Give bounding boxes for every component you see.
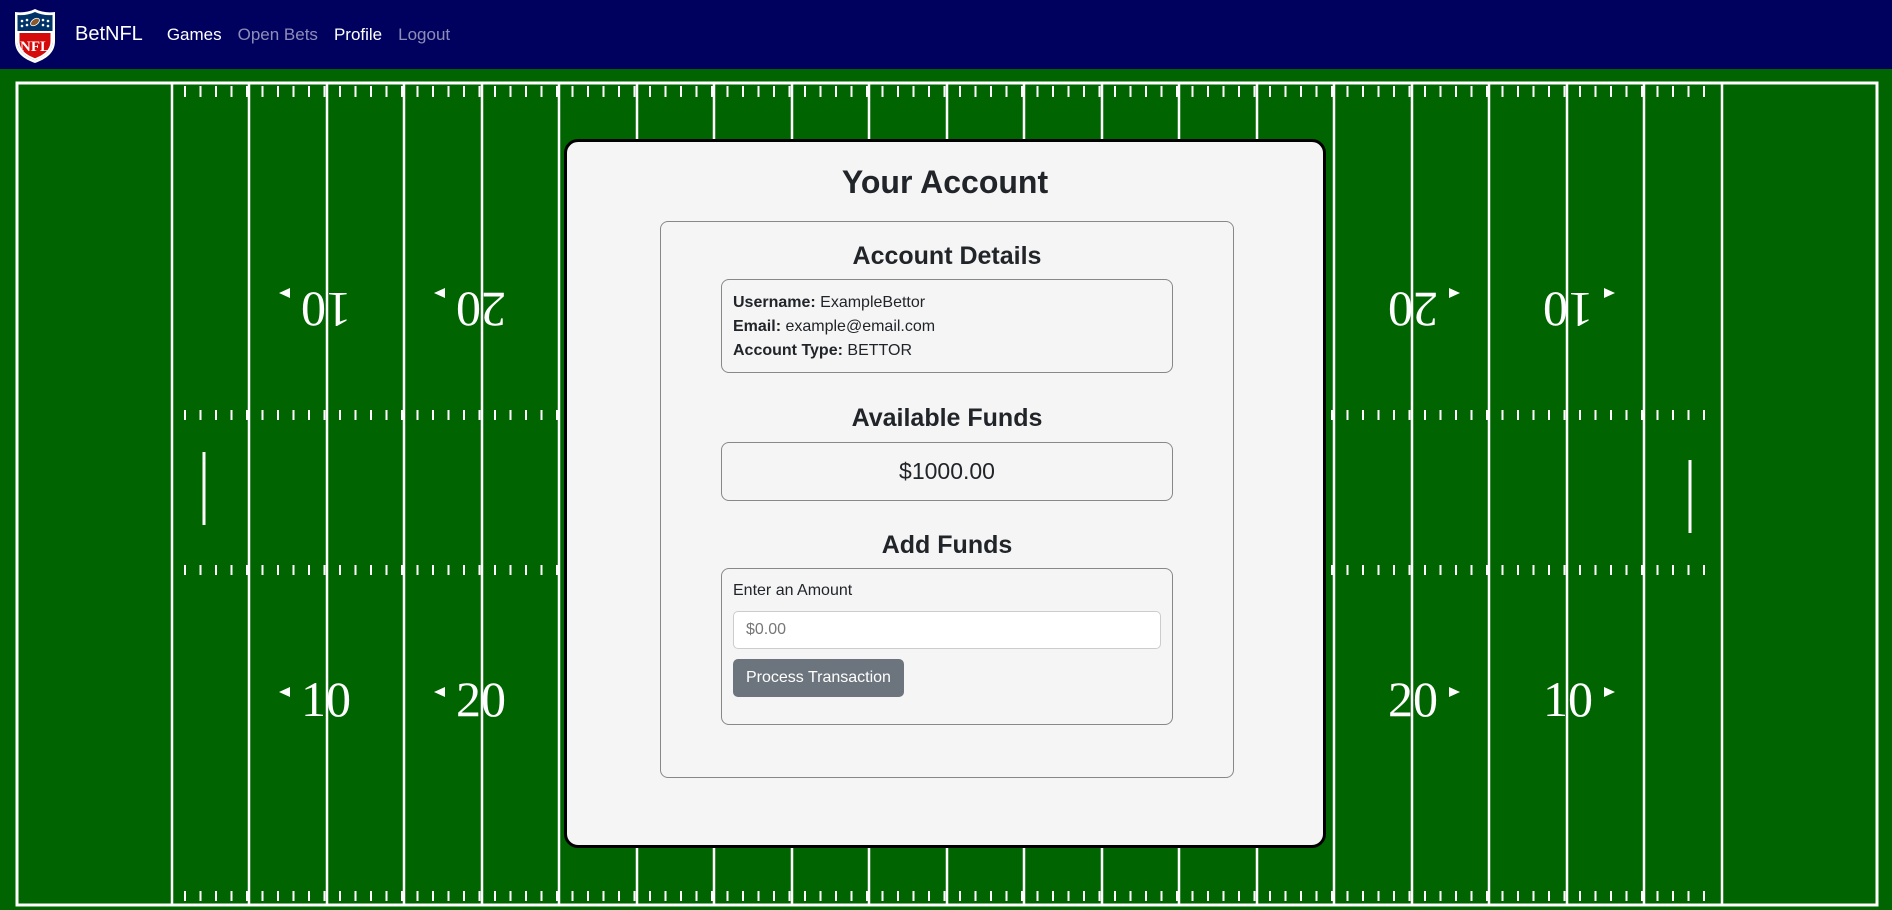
process-transaction-button[interactable]: Process Transaction bbox=[733, 659, 904, 697]
direction-arrow-icon bbox=[1604, 288, 1615, 298]
yard-number-bottom: 10 bbox=[301, 671, 351, 727]
direction-arrow-icon bbox=[279, 288, 290, 298]
yard-number-top: 10 bbox=[301, 282, 351, 338]
logo-lettering: NFL bbox=[20, 39, 50, 55]
page-title: Your Account bbox=[841, 164, 1049, 200]
email-label: Email: bbox=[733, 318, 782, 335]
username-row: Username: ExampleBettor bbox=[733, 291, 1161, 315]
account-panel: Account Details Username: ExampleBettor … bbox=[660, 221, 1234, 778]
direction-arrow-icon bbox=[279, 687, 290, 697]
email-value: example@email.com bbox=[785, 318, 936, 335]
brand-name[interactable]: BetNFL bbox=[75, 23, 143, 46]
account-type-row: Account Type: BETTOR bbox=[733, 339, 1161, 363]
direction-arrow-icon bbox=[1449, 687, 1460, 697]
add-funds-form: Enter an Amount Process Transaction bbox=[721, 568, 1173, 725]
yard-number-top: 10 bbox=[1543, 282, 1593, 338]
nav-link-logout[interactable]: Logout bbox=[398, 25, 450, 45]
available-funds-value: $1000.00 bbox=[721, 442, 1173, 501]
account-type-value: BETTOR bbox=[847, 342, 912, 359]
username-label: Username: bbox=[733, 294, 816, 311]
amount-input[interactable] bbox=[733, 611, 1161, 649]
account-details-box: Username: ExampleBettor Email: example@e… bbox=[721, 279, 1173, 373]
direction-arrow-icon bbox=[1449, 288, 1460, 298]
yard-number-bottom: 20 bbox=[456, 671, 506, 727]
account-card: Your Account Account Details Username: E… bbox=[564, 139, 1326, 848]
available-funds-heading: Available Funds bbox=[851, 404, 1043, 432]
username-value: ExampleBettor bbox=[820, 294, 926, 311]
account-type-label: Account Type: bbox=[733, 342, 843, 359]
yard-number-top: 20 bbox=[1388, 282, 1438, 338]
nav-link-games[interactable]: Games bbox=[167, 25, 222, 45]
account-details-heading: Account Details bbox=[852, 242, 1042, 270]
nav-link-open-bets[interactable]: Open Bets bbox=[238, 25, 318, 45]
amount-label: Enter an Amount bbox=[733, 582, 853, 599]
add-funds-heading: Add Funds bbox=[881, 531, 1013, 559]
yard-number-bottom: 20 bbox=[1388, 671, 1438, 727]
nav-link-profile[interactable]: Profile bbox=[334, 25, 382, 45]
direction-arrow-icon bbox=[434, 687, 445, 697]
yard-number-bottom: 10 bbox=[1543, 671, 1593, 727]
nfl-shield-logo-icon[interactable]: NFL bbox=[12, 7, 58, 65]
direction-arrow-icon bbox=[434, 288, 445, 298]
direction-arrow-icon bbox=[1604, 687, 1615, 697]
top-navbar: NFL BetNFL Games Open Bets Profile Logou… bbox=[0, 0, 1892, 69]
yard-number-top: 20 bbox=[456, 282, 506, 338]
email-row: Email: example@email.com bbox=[733, 315, 1161, 339]
